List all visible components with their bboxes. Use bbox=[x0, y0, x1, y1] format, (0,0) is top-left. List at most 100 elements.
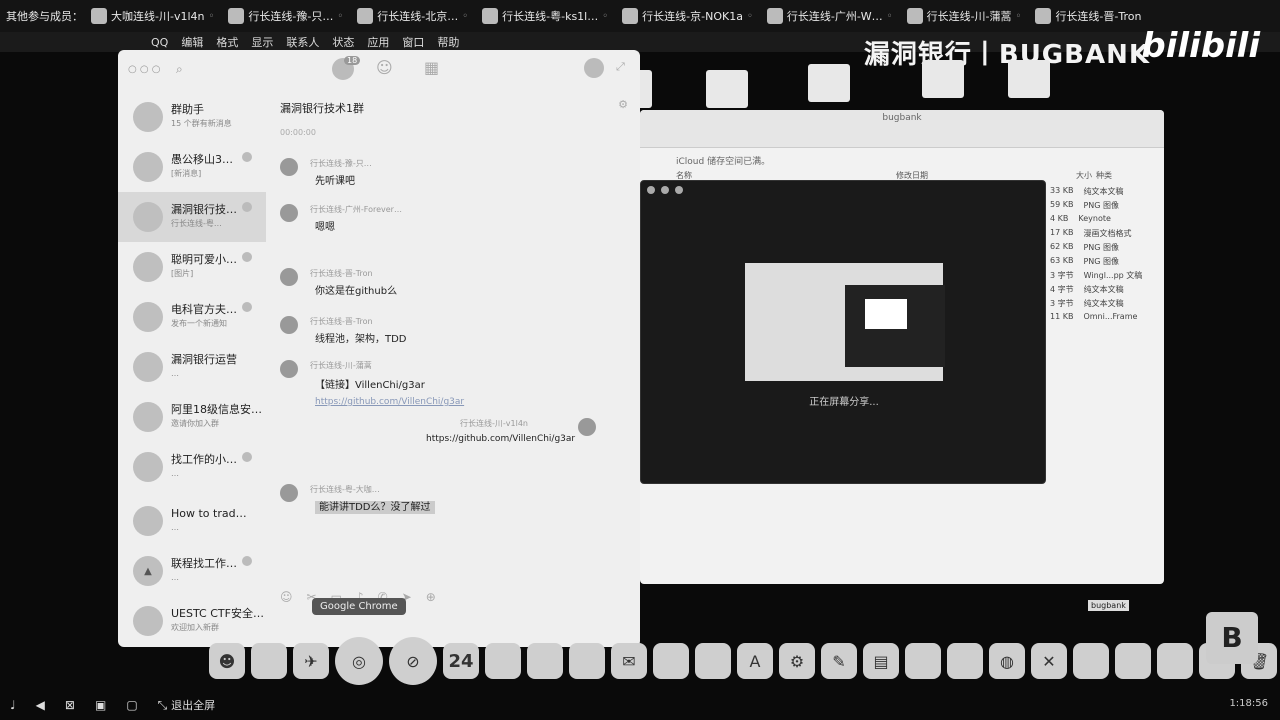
globe-icon[interactable]: ◍ bbox=[989, 643, 1025, 679]
file-row[interactable]: 3 字节 Wingl...pp 文稿 bbox=[1050, 270, 1164, 284]
zoom-icon[interactable] bbox=[675, 186, 683, 194]
speaker-icon[interactable]: ◀ bbox=[36, 698, 45, 712]
terminal-icon[interactable]: ▤ bbox=[863, 643, 899, 679]
menu-qq[interactable]: QQ bbox=[151, 36, 168, 49]
file-row[interactable]: 3 字节 纯文本文稿 bbox=[1050, 298, 1164, 312]
unread-dot bbox=[242, 302, 252, 312]
expand-icon[interactable]: ⤢ bbox=[616, 60, 625, 74]
avatar[interactable] bbox=[578, 418, 596, 436]
appstore-icon[interactable]: A bbox=[737, 643, 773, 679]
col-size[interactable]: 大小 bbox=[1076, 170, 1092, 181]
file-row[interactable]: 11 KB Omni...Frame bbox=[1050, 312, 1164, 326]
participant-tag[interactable]: 行长连线-广州-W… ◦ bbox=[766, 8, 893, 24]
file-row[interactable]: 62 KB PNG 图像 bbox=[1050, 242, 1164, 256]
messages-icon[interactable]: ✉ bbox=[611, 643, 647, 679]
file-row[interactable]: 4 KB Keynote bbox=[1050, 214, 1164, 228]
photos-icon[interactable] bbox=[251, 643, 287, 679]
chat-item[interactable]: 阿里18级信息安… 邀请你加入群 bbox=[118, 392, 266, 442]
tool-icon[interactable]: ✕ bbox=[1031, 643, 1067, 679]
participant-tag[interactable]: 行长连线-京-NOK1a ◦ bbox=[622, 8, 753, 24]
traffic-lights[interactable]: ○ ○ ○ bbox=[128, 64, 161, 75]
maps-icon[interactable] bbox=[569, 643, 605, 679]
qq-icon[interactable] bbox=[947, 643, 983, 679]
exit-fullscreen-button[interactable]: ⤡ 退出全屏 bbox=[158, 697, 215, 713]
participants-label: 其他参与成员： bbox=[6, 10, 83, 23]
document-icon[interactable] bbox=[1115, 643, 1151, 679]
menu-window[interactable]: 窗口 bbox=[402, 34, 424, 50]
mute-mic-icon[interactable]: ♩ bbox=[10, 698, 16, 712]
burp-icon[interactable] bbox=[1073, 643, 1109, 679]
avatar bbox=[133, 606, 163, 636]
facetime-icon[interactable] bbox=[653, 643, 689, 679]
share-screen-icon[interactable]: ▣ bbox=[95, 698, 106, 712]
emoji-icon[interactable]: ☺ bbox=[280, 590, 293, 604]
participant-tag[interactable]: 行长连线-川-蒲蒿 ◦ bbox=[906, 8, 1021, 24]
message-link-self[interactable]: https://github.com/VillenChi/g3ar bbox=[426, 434, 575, 444]
search-icon[interactable]: ⌕ bbox=[176, 62, 183, 77]
file-row[interactable]: 33 KB 纯文本文稿 bbox=[1050, 186, 1164, 200]
menu-status[interactable]: 状态 bbox=[332, 34, 354, 50]
chat-item[interactable]: 聪明可爱小… [图片] bbox=[118, 242, 266, 292]
apps-icon[interactable]: ▦ bbox=[424, 58, 439, 77]
participant-tag[interactable]: 行长连线-晋-Tron bbox=[1035, 8, 1141, 24]
menu-help[interactable]: 帮助 bbox=[437, 34, 459, 50]
file-row[interactable]: 59 KB PNG 图像 bbox=[1050, 200, 1164, 214]
chat-item-group-helper[interactable]: 群助手 15 个群有新消息 bbox=[118, 92, 266, 142]
group-settings-icon[interactable]: ⚙ bbox=[618, 98, 628, 111]
settings-icon[interactable]: ⚙ bbox=[779, 643, 815, 679]
menu-format[interactable]: 格式 bbox=[216, 34, 238, 50]
file-icon[interactable] bbox=[922, 60, 964, 98]
message-link[interactable]: https://github.com/VillenChi/g3ar bbox=[315, 394, 464, 410]
avatar[interactable] bbox=[280, 360, 298, 378]
contacts-icon[interactable]: ☺ bbox=[376, 58, 393, 77]
avatar[interactable] bbox=[584, 58, 604, 78]
chat-item[interactable]: 找工作的小…… bbox=[118, 442, 266, 492]
participant-tag[interactable]: 行长连线-北京… ◦ bbox=[357, 8, 468, 24]
file-icon[interactable] bbox=[706, 70, 748, 108]
camera-off-icon[interactable]: ⊠ bbox=[65, 698, 75, 712]
record-icon[interactable]: ▢ bbox=[126, 698, 137, 712]
menu-apps[interactable]: 应用 bbox=[367, 34, 389, 50]
chat-item-active[interactable]: 漏洞银行技… 行长连线-粤… bbox=[118, 192, 266, 242]
wechat-icon[interactable] bbox=[905, 643, 941, 679]
chat-item[interactable]: 电科官方夫… 发布一个新通知 bbox=[118, 292, 266, 342]
unread-dot bbox=[242, 556, 252, 566]
contacts-app-icon[interactable] bbox=[695, 643, 731, 679]
col-kind[interactable]: 种类 bbox=[1096, 170, 1112, 181]
avatar[interactable] bbox=[280, 158, 298, 176]
chrome-icon[interactable]: ◎ bbox=[335, 637, 383, 685]
participant-tag[interactable]: 大咖连线-川-v1l4n ◦ bbox=[91, 8, 214, 24]
avatar[interactable] bbox=[280, 268, 298, 286]
avatar bbox=[133, 352, 163, 382]
file-row[interactable]: 17 KB 漫画文档格式 bbox=[1050, 228, 1164, 242]
avatar bbox=[133, 202, 163, 232]
folder-icon[interactable] bbox=[808, 64, 850, 102]
participant-tag[interactable]: 行长连线-豫-只… ◦ bbox=[228, 8, 343, 24]
menu-contacts[interactable]: 联系人 bbox=[286, 34, 319, 50]
file-row[interactable]: 4 字节 纯文本文稿 bbox=[1050, 284, 1164, 298]
finder-icon[interactable]: ☻ bbox=[209, 643, 245, 679]
menu-view[interactable]: 显示 bbox=[251, 34, 273, 50]
avatar[interactable] bbox=[280, 204, 298, 222]
file-row[interactable]: 63 KB PNG 图像 bbox=[1050, 256, 1164, 270]
more-icon[interactable]: ⊕ bbox=[426, 590, 436, 604]
close-icon[interactable] bbox=[647, 186, 655, 194]
launchpad-icon[interactable]: ✈ bbox=[293, 643, 329, 679]
participant-tag[interactable]: 行长连线-粤-ks1l… ◦ bbox=[482, 8, 608, 24]
chat-item[interactable]: How to trad…… bbox=[118, 496, 266, 546]
chat-item[interactable]: ▲ 联程找工作…… bbox=[118, 546, 266, 596]
avatar[interactable] bbox=[280, 316, 298, 334]
notes-icon[interactable] bbox=[485, 643, 521, 679]
chat-item[interactable]: 愚公移山3… [新消息] bbox=[118, 142, 266, 192]
calendar-icon[interactable]: 24 bbox=[443, 643, 479, 679]
safari-icon[interactable]: ⊘ bbox=[389, 637, 437, 685]
reminders-icon[interactable] bbox=[527, 643, 563, 679]
desktop-item-label[interactable]: bugbank bbox=[1088, 600, 1129, 611]
minimize-icon[interactable] bbox=[661, 186, 669, 194]
chat-item[interactable]: 漏洞银行运营… bbox=[118, 342, 266, 392]
download-icon[interactable] bbox=[1157, 643, 1193, 679]
menu-edit[interactable]: 编辑 bbox=[181, 34, 203, 50]
pen-icon[interactable]: ✎ bbox=[821, 643, 857, 679]
file-icon[interactable] bbox=[1008, 60, 1050, 98]
avatar[interactable] bbox=[280, 484, 298, 502]
